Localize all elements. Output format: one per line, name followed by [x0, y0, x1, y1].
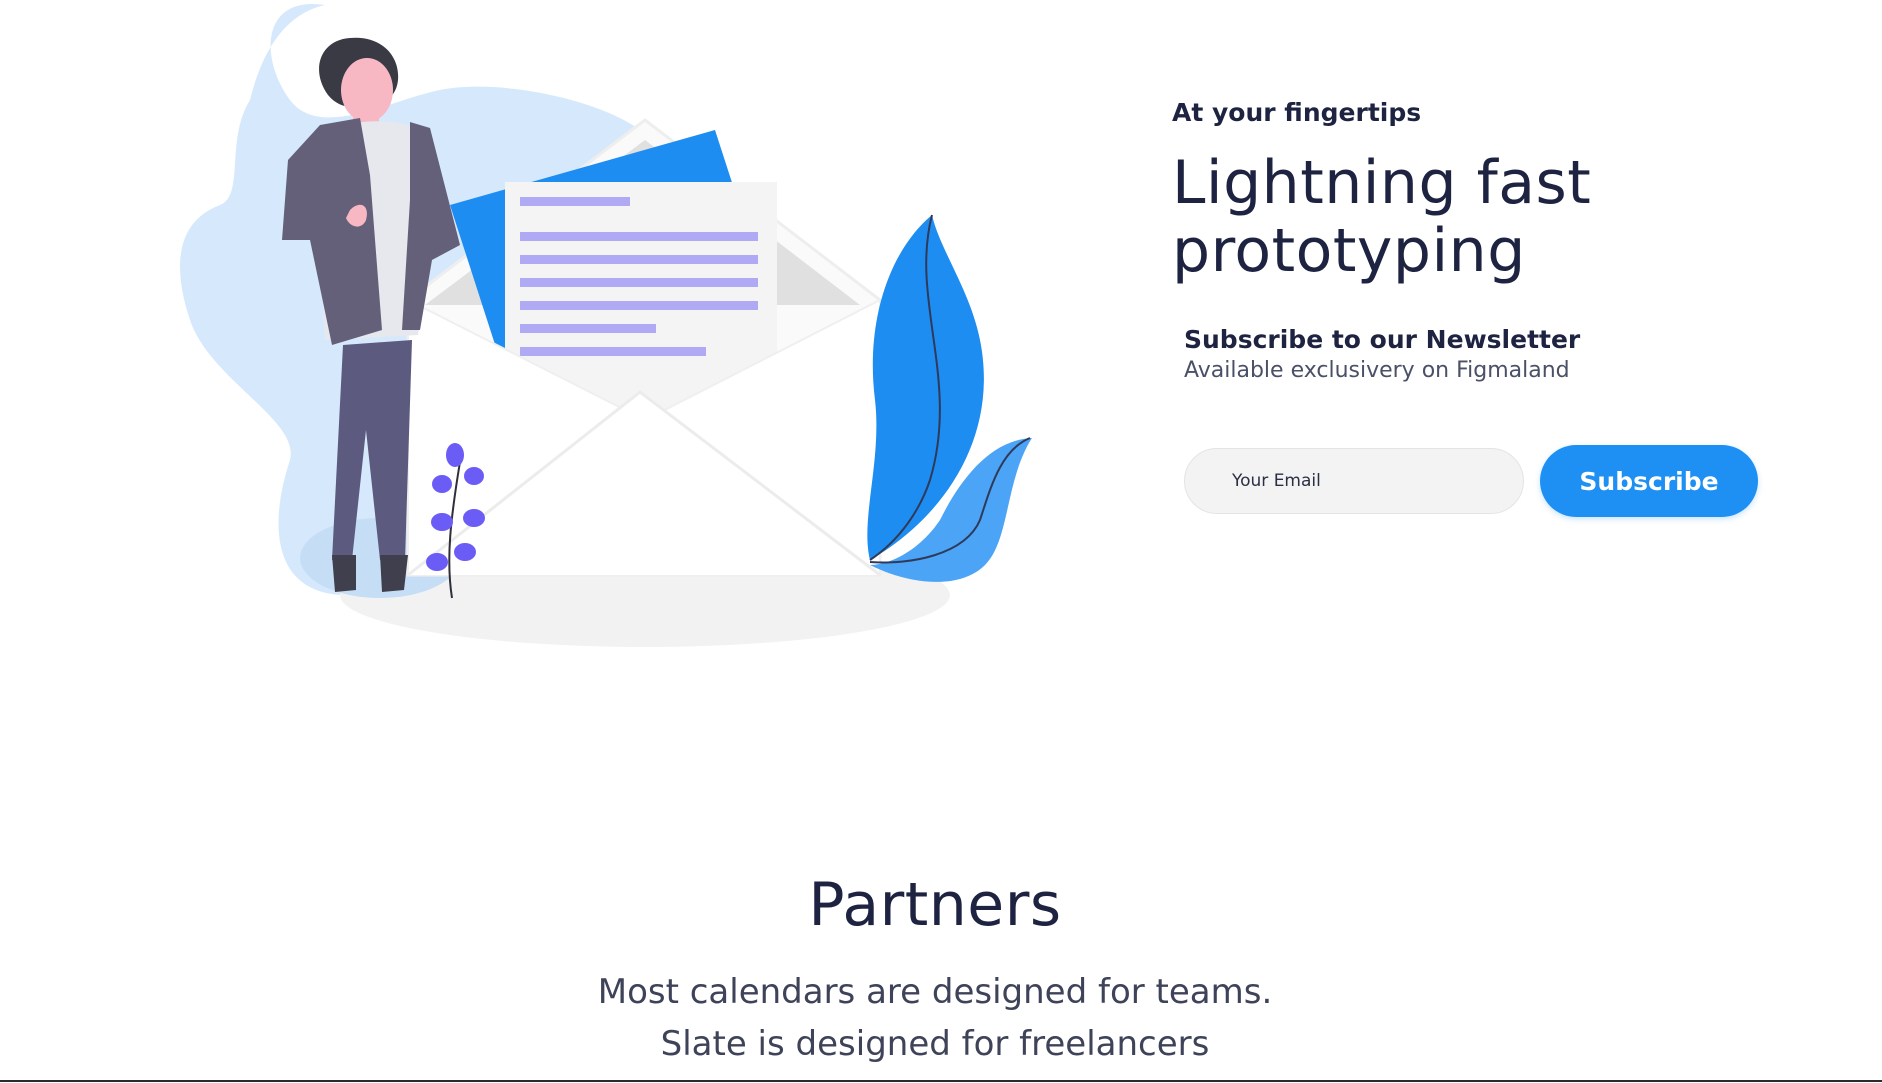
bottom-divider: [0, 1080, 1882, 1082]
email-input[interactable]: [1184, 448, 1524, 514]
eyebrow-text: At your fingertips: [1172, 98, 1422, 127]
partners-section: Partners Most calendars are designed for…: [0, 870, 1870, 1070]
partners-description-line-2: Slate is designed for freelancers: [660, 1024, 1210, 1064]
partners-description: Most calendars are designed for teams. S…: [0, 966, 1870, 1070]
partners-title: Partners: [808, 870, 1062, 940]
hero-text-block: At your fingertips Lightning fast protot…: [1172, 98, 1812, 383]
headline-line-2: prototyping: [1172, 216, 1526, 286]
hero-illustration: [170, 0, 1050, 660]
headline-line-1: Lightning fast: [1172, 148, 1592, 218]
partners-description-line-1: Most calendars are designed for teams.: [597, 972, 1273, 1012]
subscribe-button[interactable]: Subscribe: [1540, 445, 1758, 517]
newsletter-subtitle: Available exclusivery on Figmaland: [1184, 358, 1570, 383]
leaf-illustration: [867, 214, 1032, 582]
newsletter-title: Subscribe to our Newsletter: [1184, 325, 1581, 354]
subscribe-form: Subscribe: [1184, 445, 1758, 517]
newsletter-block: Subscribe to our Newsletter Available ex…: [1184, 325, 1812, 383]
hero-headline: Lightning fast prototyping: [1172, 149, 1812, 285]
